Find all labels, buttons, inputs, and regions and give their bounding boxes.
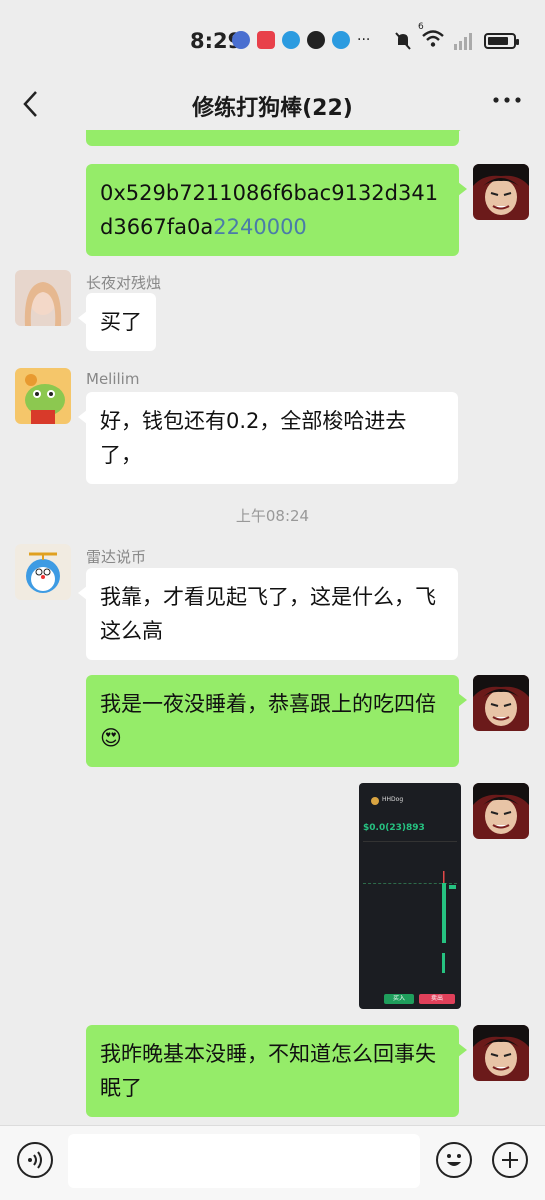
sell-button: 卖出 bbox=[419, 994, 455, 1004]
message-input[interactable] bbox=[68, 1134, 420, 1188]
more-notifications-icon: ··· bbox=[357, 32, 371, 48]
voice-button[interactable] bbox=[17, 1142, 53, 1178]
system-icons: 6 bbox=[394, 22, 519, 52]
coin-icon bbox=[371, 797, 379, 805]
network-generation-label: 6 bbox=[418, 22, 424, 32]
emoji-button[interactable] bbox=[436, 1142, 472, 1178]
my-avatar[interactable] bbox=[473, 164, 529, 220]
telegram-icon bbox=[282, 31, 300, 49]
price-text: $0.0(23)893 bbox=[363, 823, 425, 833]
message-bubble[interactable]: 我靠，才看见起飞了，这是什么，飞这么高 bbox=[78, 568, 458, 660]
sender-name: Melilim bbox=[86, 370, 140, 388]
signal-icon bbox=[454, 33, 472, 50]
address-number[interactable]: 2240000 bbox=[213, 215, 307, 239]
wifi-icon: 6 bbox=[418, 22, 444, 52]
message-timestamp: 上午08:24 bbox=[235, 507, 310, 525]
notification-icons: ··· bbox=[232, 31, 370, 49]
mute-icon bbox=[395, 32, 411, 50]
my-avatar[interactable] bbox=[473, 675, 529, 731]
buy-button: 买入 bbox=[384, 994, 414, 1004]
qq-icon bbox=[307, 31, 325, 49]
emoji-icon bbox=[447, 1154, 461, 1166]
battery-icon bbox=[484, 33, 519, 49]
input-bar bbox=[0, 1125, 545, 1200]
message-bubble[interactable]: 我昨晚基本没睡，不知道怎么回事失眠了 bbox=[86, 1025, 467, 1117]
chart-screenshot-image[interactable]: HHDog $0.0(23)893 买入 卖出 bbox=[359, 783, 461, 1009]
my-avatar[interactable] bbox=[473, 783, 529, 839]
price-chart bbox=[442, 871, 456, 973]
plus-button[interactable] bbox=[492, 1142, 528, 1178]
message-bubble-address[interactable]: 0x529b7211086f6bac9132d341d3667fa0a22400… bbox=[86, 164, 467, 256]
telegram-icon bbox=[332, 31, 350, 49]
message-text: 我是一夜没睡着，恭喜跟上的吃四倍 bbox=[100, 692, 436, 716]
heart-eyes-emoji-icon: 😍 bbox=[100, 726, 122, 750]
shopping-app-icon bbox=[257, 31, 275, 49]
more-options-button[interactable] bbox=[491, 84, 523, 123]
message-bubble[interactable]: 买了 bbox=[78, 293, 156, 351]
sender-name: 雷达说币 bbox=[86, 548, 147, 566]
status-bar: 8:29 ··· 6 bbox=[0, 0, 545, 80]
partial-message-bubble[interactable] bbox=[86, 130, 467, 146]
message-bubble[interactable]: 我是一夜没睡着，恭喜跟上的吃四倍 😍 bbox=[86, 675, 467, 767]
avatar-melilim[interactable] bbox=[15, 368, 71, 424]
my-avatar[interactable] bbox=[473, 1025, 529, 1081]
chat-title: 修练打狗棒(22) bbox=[192, 96, 353, 121]
coin-name: HHDog bbox=[382, 796, 404, 803]
voice-icon bbox=[28, 1151, 42, 1169]
avatar-leida[interactable] bbox=[15, 544, 71, 600]
sender-name: 长夜对残烛 bbox=[86, 274, 162, 292]
chat-header: 修练打狗棒(22) bbox=[0, 80, 545, 130]
avatar-changye[interactable] bbox=[15, 270, 71, 326]
app-notification-icon bbox=[232, 31, 250, 49]
more-dots-icon bbox=[493, 97, 521, 103]
message-bubble[interactable]: 好，钱包还有0.2，全部梭哈进去了， bbox=[78, 392, 458, 484]
message-list[interactable]: 0x529b7211086f6bac9132d341d3667fa0a22400… bbox=[0, 130, 545, 1125]
